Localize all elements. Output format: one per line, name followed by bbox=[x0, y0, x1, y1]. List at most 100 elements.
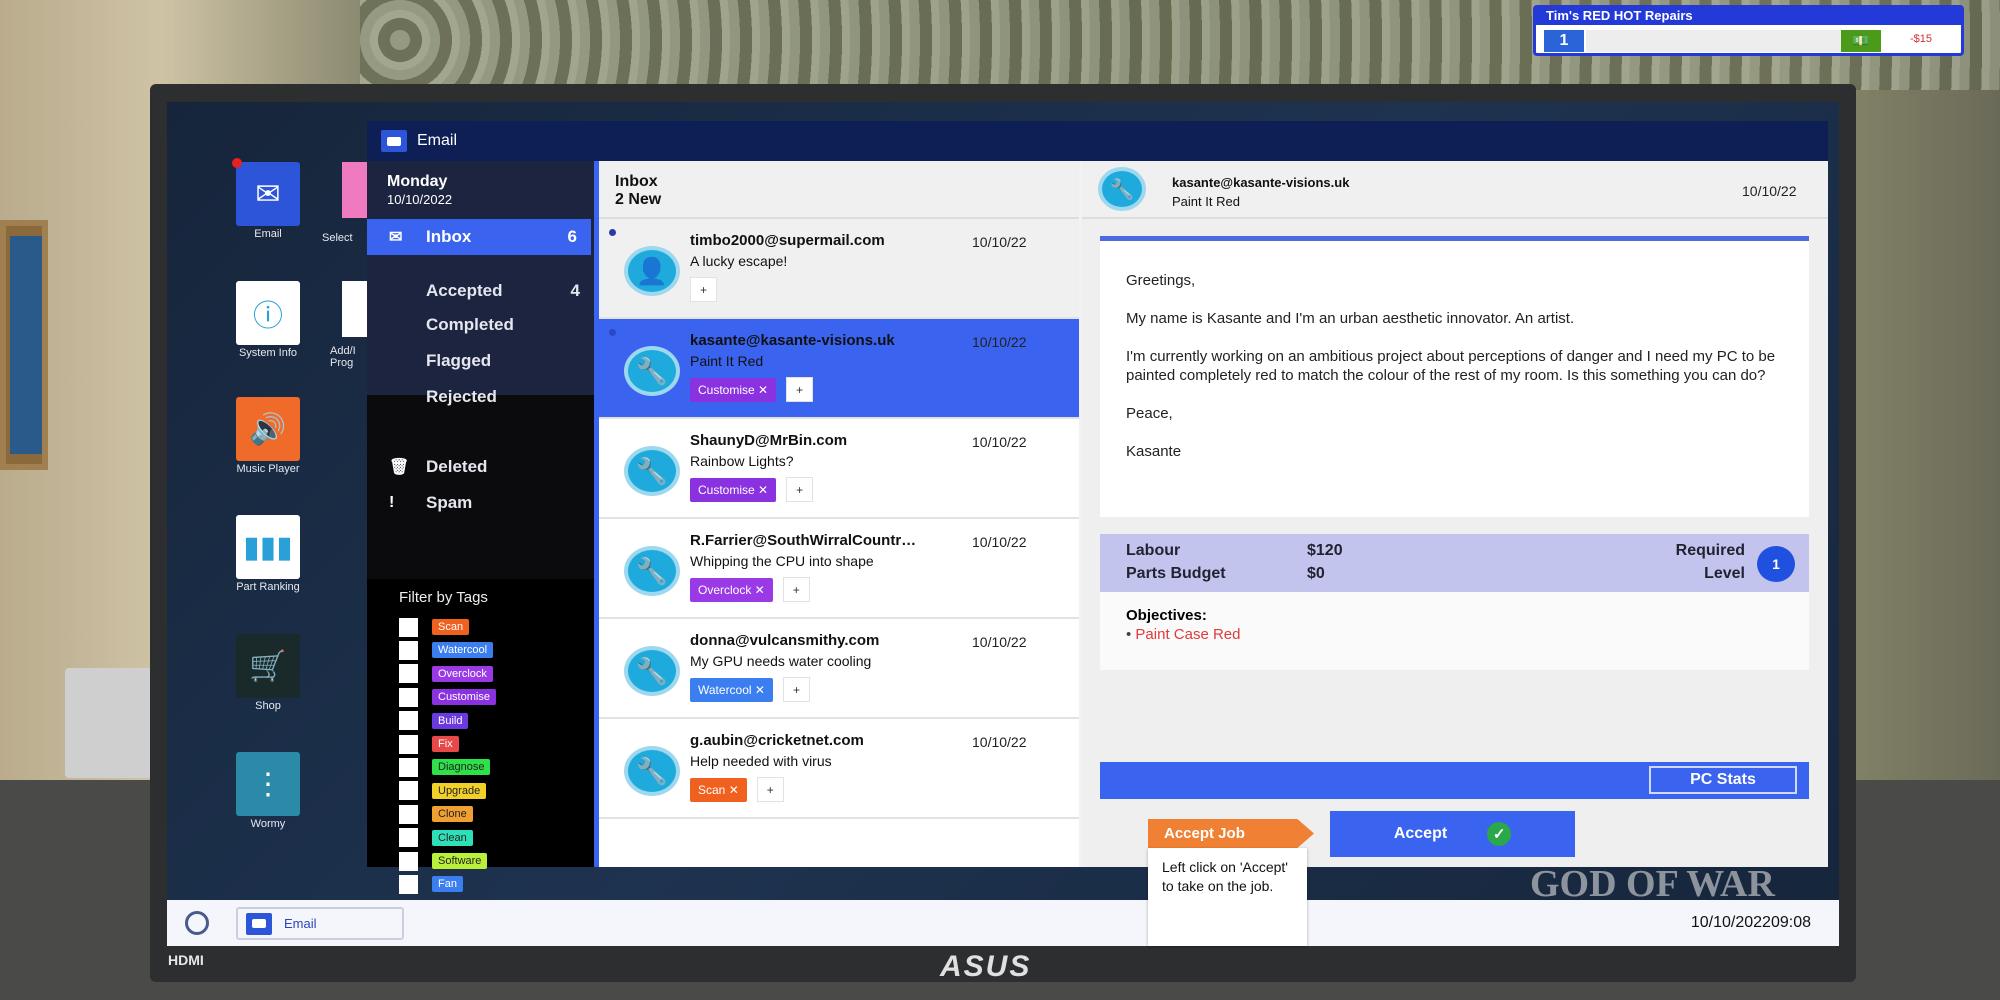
remove-tag-icon[interactable]: ✕ bbox=[755, 483, 768, 497]
accept-button[interactable]: Accept ✓ bbox=[1330, 811, 1575, 857]
tag-checkbox[interactable] bbox=[399, 781, 418, 801]
filter-row: Customise bbox=[399, 687, 496, 707]
filter-tag: Diagnose bbox=[432, 759, 491, 776]
nav-item-label: Rejected bbox=[426, 387, 497, 406]
tag-checkbox[interactable] bbox=[399, 851, 418, 871]
parts-value: $0 bbox=[1307, 565, 1325, 582]
remove-tag-icon[interactable]: ✕ bbox=[755, 383, 768, 397]
filter-row: Clone bbox=[399, 804, 473, 824]
message-subject: Rainbow Lights? bbox=[690, 453, 794, 469]
nav-item-inbox[interactable]: ✉ Inbox 6 bbox=[367, 219, 591, 255]
notification-dot bbox=[232, 158, 242, 168]
tag-checkbox[interactable] bbox=[399, 874, 418, 894]
nav-item-rejected[interactable]: Rejected bbox=[367, 379, 594, 415]
tag-checkbox[interactable] bbox=[399, 617, 418, 637]
desktop-icon-label: Shop bbox=[255, 700, 281, 712]
message-row[interactable]: 🔧 donna@vulcansmithy.com My GPU needs wate… bbox=[599, 619, 1079, 719]
current-date: Monday 10/10/2022 bbox=[387, 173, 452, 209]
info-icon[interactable]: ⓘ bbox=[236, 281, 300, 345]
add-tag-button[interactable]: + bbox=[782, 677, 810, 702]
filter-row: Build bbox=[399, 711, 469, 731]
nav-item-accepted[interactable]: Accepted 4 bbox=[367, 273, 594, 309]
pc-stats-button[interactable]: PC Stats bbox=[1649, 766, 1797, 794]
filter-tag: Watercool bbox=[432, 642, 494, 659]
message-row[interactable]: 🔧 ShaunyD@MrBin.com Rainbow Lights? 10/10/2… bbox=[599, 419, 1079, 519]
message-row[interactable]: 🔧 g.aubin@cricketnet.com Help needed with … bbox=[599, 719, 1079, 819]
labour-value: $120 bbox=[1307, 542, 1343, 559]
filter-title: Filter by Tags bbox=[399, 589, 488, 606]
new-count: 2 New bbox=[615, 191, 662, 208]
add-tag-button[interactable]: + bbox=[782, 577, 810, 602]
select-app-icon[interactable] bbox=[342, 162, 367, 218]
desktop-icon-label: Music Player bbox=[236, 463, 300, 475]
add-tag-button[interactable]: + bbox=[690, 277, 717, 302]
message-row[interactable]: 🔧 R.Farrier@SouthWirralCountr… Whipping th… bbox=[599, 519, 1079, 619]
message-tags: Customise ✕ + bbox=[690, 377, 814, 402]
remove-tag-icon[interactable]: ✕ bbox=[725, 783, 739, 797]
message-row[interactable]: 🔧 kasante@kasante-visions.uk Paint It Red 1… bbox=[599, 319, 1079, 419]
checkmark-icon: ✓ bbox=[1487, 822, 1512, 846]
tag-checkbox[interactable] bbox=[399, 828, 418, 848]
tag-label: Watercool bbox=[698, 682, 752, 697]
bar-chart-icon[interactable]: ▮▮▮ bbox=[236, 515, 300, 579]
tutorial-title: Accept Job bbox=[1148, 819, 1314, 848]
remove-tag-icon[interactable]: ✕ bbox=[752, 683, 765, 697]
speaker-icon[interactable]: 🔊 bbox=[236, 397, 300, 461]
filter-tag: Customise bbox=[432, 689, 496, 706]
filter-tag: Scan bbox=[432, 619, 470, 635]
tag-checkbox[interactable] bbox=[399, 640, 418, 660]
accept-label: Accept bbox=[1393, 825, 1448, 842]
start-button[interactable] bbox=[185, 911, 209, 935]
envelope-icon[interactable]: ✉ bbox=[236, 162, 300, 226]
job-stats: Labour $120 Parts Budget $0 Required Lev… bbox=[1100, 534, 1809, 592]
message-sender: donna@vulcansmithy.com bbox=[690, 632, 880, 649]
body-line: Kasante bbox=[1126, 443, 1182, 460]
tag-checkbox[interactable] bbox=[399, 804, 418, 824]
add-remove-programs-icon[interactable] bbox=[342, 281, 367, 337]
message-tag[interactable]: Customise ✕ bbox=[690, 477, 777, 502]
tag-label: Customise bbox=[698, 382, 755, 397]
tag-checkbox[interactable] bbox=[399, 734, 418, 754]
message-tags: Watercool ✕ + bbox=[690, 677, 810, 702]
reading-pane: 🔧 kasante@kasante-visions.uk Paint It Re… bbox=[1082, 161, 1828, 867]
message-date: 10/10/22 bbox=[972, 534, 1027, 550]
subject: Paint It Red bbox=[1172, 194, 1240, 209]
message-tag[interactable]: Overclock ✕ bbox=[690, 577, 773, 602]
xp-bar bbox=[1586, 30, 1846, 52]
level-label: Level bbox=[1704, 565, 1745, 582]
nav-item-flagged[interactable]: Flagged bbox=[367, 343, 594, 379]
nav-item-completed[interactable]: Completed bbox=[367, 307, 594, 343]
filter-row: Software bbox=[399, 851, 488, 871]
nav-item-spam[interactable]: ! Spam bbox=[367, 485, 594, 521]
window-titlebar[interactable]: Email bbox=[367, 121, 1828, 161]
add-tag-button[interactable]: + bbox=[786, 377, 814, 402]
email-app-icon bbox=[246, 912, 272, 935]
message-date: 10/10/22 bbox=[1742, 183, 1797, 199]
select-app-label: Select bbox=[322, 232, 353, 244]
wrench-icon: 🔧 bbox=[624, 746, 680, 796]
tag-checkbox[interactable] bbox=[399, 757, 418, 777]
nav-item-label: Completed bbox=[426, 315, 514, 334]
message-subject: Whipping the CPU into shape bbox=[690, 553, 874, 569]
snake-icon[interactable]: ⋮ bbox=[236, 752, 300, 816]
hdmi-label: HDMI bbox=[168, 952, 204, 968]
add-tag-button[interactable]: + bbox=[786, 477, 814, 502]
add-tag-button[interactable]: + bbox=[756, 777, 784, 802]
filter-tag: Fix bbox=[432, 736, 459, 752]
taskbar-email-button[interactable]: Email bbox=[236, 907, 404, 940]
filter-tag: Clone bbox=[432, 806, 473, 823]
tag-checkbox[interactable] bbox=[399, 664, 418, 684]
cart-icon[interactable]: 🛒 bbox=[236, 634, 300, 698]
message-tag[interactable]: Customise ✕ bbox=[690, 377, 777, 402]
message-tag[interactable]: Scan ✕ bbox=[690, 777, 747, 802]
nav-item-deleted[interactable]: 🗑 Deleted bbox=[367, 449, 594, 485]
message-tag[interactable]: Watercool ✕ bbox=[690, 677, 773, 702]
message-sender: kasante@kasante-visions.uk bbox=[690, 332, 895, 349]
labour-label: Labour bbox=[1126, 542, 1181, 559]
tag-checkbox[interactable] bbox=[399, 711, 418, 731]
tag-checkbox[interactable] bbox=[399, 687, 418, 707]
remove-tag-icon[interactable]: ✕ bbox=[751, 583, 765, 597]
message-header: 🔧 kasante@kasante-visions.uk Paint It Re… bbox=[1082, 161, 1828, 219]
message-sender: R.Farrier@SouthWirralCountr… bbox=[690, 532, 917, 549]
message-row[interactable]: 👤 timbo2000@supermail.com A lucky escape! 1… bbox=[599, 219, 1079, 319]
